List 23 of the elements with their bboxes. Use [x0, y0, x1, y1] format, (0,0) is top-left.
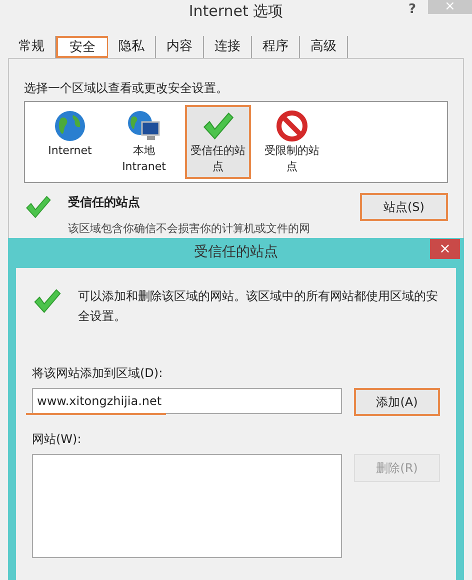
- globe-monitor-icon: [126, 109, 162, 143]
- site-input[interactable]: www.xitongzhijia.net: [32, 388, 342, 414]
- zone-title: 受信任的站点: [68, 194, 140, 211]
- add-site-label: 将该网站添加到区域(D):: [32, 364, 164, 382]
- zone-item[interactable]: Internet: [37, 105, 103, 163]
- globe-icon: [53, 109, 87, 143]
- zone-item[interactable]: 本地 Intranet: [111, 105, 177, 179]
- add-button[interactable]: 添加(A): [354, 388, 440, 416]
- zone-item[interactable]: 受限制的站点: [259, 105, 325, 179]
- zone-description: 该区域包含你确信不会损害你的计算机或文件的网: [68, 221, 311, 237]
- prohibited-icon: [275, 109, 309, 143]
- zone-item[interactable]: 受信任的站点: [185, 105, 251, 179]
- zone-prompt: 选择一个区域以查看或更改安全设置。: [24, 80, 229, 97]
- sites-button[interactable]: 站点(S): [360, 193, 448, 221]
- dialog-title: 受信任的站点: [194, 243, 278, 262]
- sites-list[interactable]: [32, 454, 342, 558]
- window-title: Internet 选项: [188, 0, 284, 22]
- close-button[interactable]: ×: [430, 238, 460, 258]
- checkmark-icon: [24, 193, 52, 221]
- sites-label: 网站(W):: [32, 430, 82, 448]
- help-button[interactable]: ?: [408, 0, 416, 20]
- tab[interactable]: 安全: [56, 36, 108, 58]
- dialog-intro: 可以添加和删除该区域的网站。该区域中的所有网站都使用区域的安全设置。: [78, 288, 439, 324]
